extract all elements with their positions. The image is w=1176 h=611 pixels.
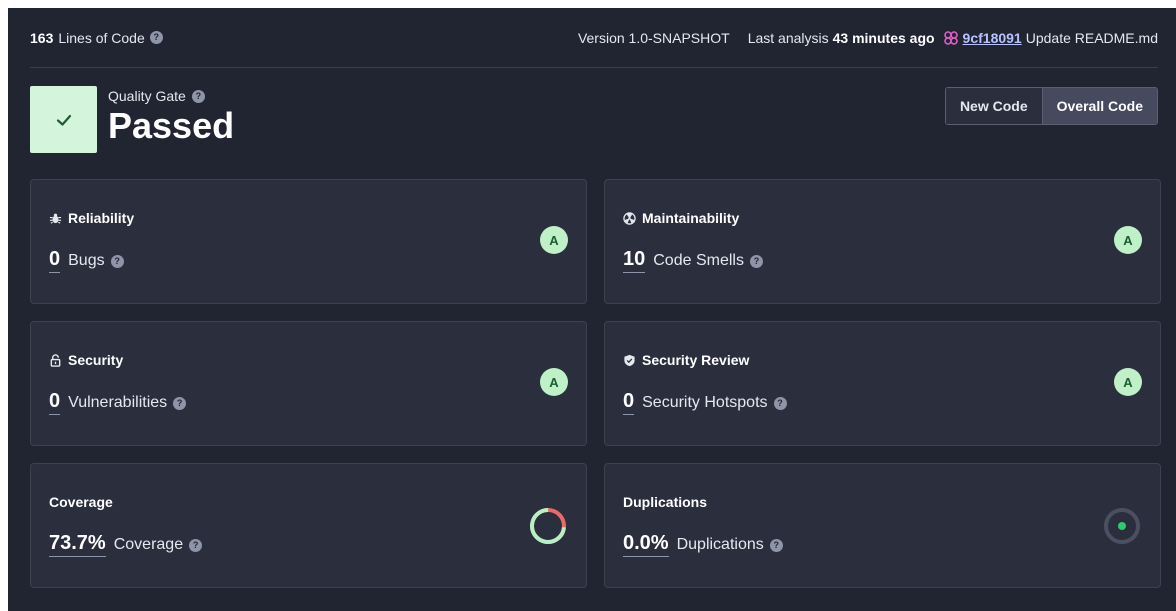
security-review-title: Security Review (623, 352, 749, 368)
help-icon[interactable]: ? (189, 538, 203, 552)
help-icon[interactable]: ? (191, 89, 205, 103)
quality-gate-label: Quality Gate ? (108, 88, 234, 104)
security-hotspots-count-link[interactable]: 0 (623, 390, 635, 415)
maintainability-card: Maintainability 10 Code Smells? A (604, 179, 1161, 304)
code-smells-label: Code Smells (653, 252, 744, 269)
quality-gate-status-box (30, 86, 97, 153)
security-rating-badge[interactable]: A (540, 368, 568, 396)
security-hotspots-label: Security Hotspots (642, 394, 768, 411)
reliability-title: Reliability (49, 210, 134, 226)
commit-identicon-icon (943, 30, 958, 45)
coverage-donut-icon[interactable] (528, 506, 568, 546)
help-icon[interactable]: ? (149, 31, 163, 44)
coverage-card: Coverage 73.7% Coverage? (30, 463, 587, 588)
maintainability-rating-badge[interactable]: A (1114, 226, 1142, 254)
lines-of-code: 163 Lines of Code ? (30, 30, 163, 46)
analysis-meta: Version 1.0-SNAPSHOT Last analysis 43 mi… (578, 30, 1158, 46)
security-metric: 0 Vulnerabilities? (49, 390, 187, 415)
duplications-indicator-icon[interactable] (1102, 506, 1142, 546)
coverage-metric: 73.7% Coverage? (49, 532, 203, 557)
lock-icon (50, 353, 61, 367)
overall-code-button[interactable]: Overall Code (1041, 88, 1157, 124)
help-icon[interactable]: ? (769, 538, 783, 552)
help-icon[interactable]: ? (749, 254, 763, 268)
help-icon[interactable]: ? (110, 254, 124, 268)
duplications-title: Duplications (623, 494, 708, 510)
duplications-card: Duplications 0.0% Duplications? (604, 463, 1161, 588)
reliability-rating-badge[interactable]: A (540, 226, 568, 254)
lines-of-code-count: 163 (30, 29, 54, 46)
quality-gate: Quality Gate ? Passed (30, 86, 234, 153)
commit-hash-link[interactable]: 9cf18091 (963, 30, 1022, 46)
last-analysis-label: Last analysis (747, 29, 829, 46)
shield-icon (624, 354, 635, 366)
radiation-icon (623, 211, 636, 225)
new-code-button[interactable]: New Code (945, 88, 1042, 124)
project-overview-panel: 163 Lines of Code ? Version 1.0-SNAPSHOT… (8, 8, 1176, 611)
coverage-label: Coverage (113, 536, 184, 553)
vulnerabilities-count-link[interactable]: 0 (49, 390, 61, 415)
security-card: Security 0 Vulnerabilities? A (30, 321, 587, 446)
maintainability-title: Maintainability (623, 210, 739, 226)
version-label: Version 1.0-SNAPSHOT (577, 29, 730, 46)
analysis-summary-bar: 163 Lines of Code ? Version 1.0-SNAPSHOT… (30, 8, 1158, 68)
security-review-metric: 0 Security Hotspots? (623, 390, 787, 415)
bug-icon (49, 213, 62, 224)
help-icon[interactable]: ? (173, 396, 187, 410)
coverage-title: Coverage (49, 494, 113, 510)
duplications-metric: 0.0% Duplications? (623, 532, 783, 557)
duplications-label: Duplications (676, 536, 764, 553)
lines-of-code-label: Lines of Code (58, 29, 145, 46)
last-analysis-time: 43 minutes ago (832, 29, 935, 46)
reliability-card: Reliability 0 Bugs? A (30, 179, 587, 304)
duplications-value-link[interactable]: 0.0% (623, 532, 669, 557)
help-icon[interactable]: ? (773, 396, 787, 410)
commit-message: Update README.md (1025, 29, 1158, 46)
maintainability-metric: 10 Code Smells? (623, 248, 763, 273)
reliability-metric: 0 Bugs? (49, 248, 124, 273)
bugs-count-link[interactable]: 0 (49, 248, 61, 273)
bugs-label: Bugs (68, 252, 105, 269)
code-smells-count-link[interactable]: 10 (623, 248, 646, 273)
security-review-rating-badge[interactable]: A (1114, 368, 1142, 396)
vulnerabilities-label: Vulnerabilities (68, 394, 168, 411)
checkmark-icon (56, 114, 71, 126)
security-title: Security (49, 352, 123, 368)
quality-gate-status: Passed (108, 105, 235, 146)
code-scope-toggle: New Code Overall Code (944, 87, 1158, 125)
security-review-card: Security Review 0 Security Hotspots? A (604, 321, 1161, 446)
coverage-value-link[interactable]: 73.7% (49, 532, 106, 557)
